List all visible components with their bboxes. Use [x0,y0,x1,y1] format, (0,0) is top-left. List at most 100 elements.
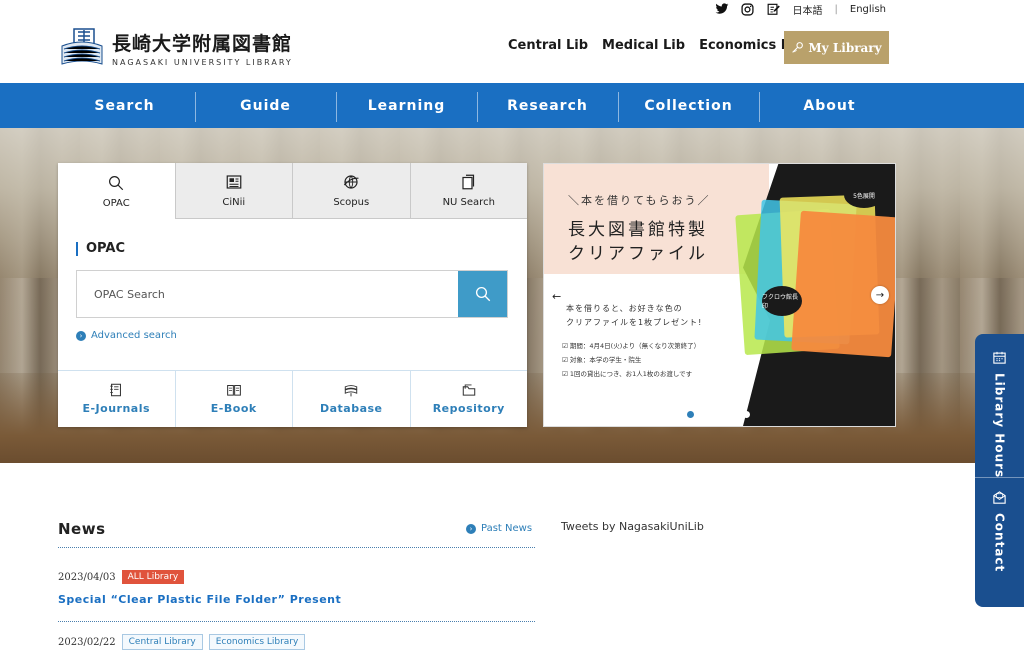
edit-icon[interactable] [767,2,781,16]
advanced-search-link[interactable]: › Advanced search [76,330,177,341]
search-submit-button[interactable] [458,271,507,317]
journal-icon [110,383,122,397]
lang-english-link[interactable]: English [850,4,886,15]
tab-scopus[interactable]: Scopus [292,163,410,219]
quick-link-e-book[interactable]: E-Book [174,371,293,427]
carousel-dot[interactable] [743,411,750,418]
banner-folders-image [734,184,895,394]
contact-label: Contact [992,513,1007,573]
banner-detail-item: 対象：本学の学生・院生 [562,353,700,367]
banner-tagline: ＼本を借りてもらおう／ [568,194,711,207]
database-icon [345,385,358,397]
carousel-dot[interactable] [687,411,694,418]
arrow-circle-icon: › [76,330,86,341]
newspaper-icon [226,175,242,189]
quick-link-database[interactable]: Database [292,371,410,427]
banner-bubble-colors: 5色展開 [844,182,884,208]
logo-english-name: NAGASAKI UNIVERSITY LIBRARY [112,58,293,67]
news-item: 2023/02/22 Central Library Economics Lib… [58,634,535,650]
carousel-prev-arrow-icon[interactable]: ← [552,290,561,303]
news-item: 2023/04/03 ALL Library Special “Clear Pl… [58,570,535,606]
calendar-icon [993,351,1006,364]
quick-link-e-journals-label: E-Journals [82,402,151,415]
quick-link-e-book-label: E-Book [210,402,257,415]
carousel-dot[interactable] [701,411,708,418]
quick-link-repository[interactable]: Repository [409,371,528,427]
tab-cinii-label: CiNii [222,197,246,208]
quick-link-e-journals[interactable]: E-Journals [58,371,175,427]
news-heading: News [58,520,106,538]
banner-carousel[interactable]: 5色展開 フクロウ館長印 ＼本を借りてもらおう／ 長大図書館特製 クリアファイル… [543,163,896,427]
instagram-icon[interactable] [741,2,755,16]
news-date: 2023/02/22 [58,636,116,648]
lang-japanese-link[interactable]: 日本語 [793,2,823,17]
library-links: Central Lib Medical Lib Economics Lib [508,38,803,53]
mail-icon [993,491,1006,504]
lang-separator: | [834,3,838,15]
opac-search-box [76,270,508,318]
arrow-circle-icon: › [466,523,476,534]
nav-about[interactable]: About [759,91,900,122]
utility-bar: 日本語 | English [715,0,886,18]
carousel-next-arrow-icon[interactable]: → [871,286,889,304]
folder-icon [462,384,475,396]
banner-detail-item: 期間：4月4日(火)より（無くなり次第終了） [562,339,700,353]
banner-desc-line2: クリアファイルを1枚プレゼント! [566,318,703,327]
carousel-dot[interactable] [715,411,722,418]
news-divider [58,621,535,622]
contact-tab[interactable]: Contact [975,490,1024,572]
my-library-label: My Library [808,40,882,55]
opac-section-title: OPAC [76,242,125,256]
carousel-dot[interactable] [729,411,736,418]
central-lib-link[interactable]: Central Lib [508,38,588,53]
library-hours-label: Library Hours [992,373,1007,479]
news-divider [58,547,535,548]
nav-learning[interactable]: Learning [336,91,477,122]
banner-detail-item: 1回の貸出につき、お1人1枚のお渡しです [562,367,700,381]
past-news-label: Past News [481,523,533,534]
key-icon [792,42,804,53]
past-news-link[interactable]: › Past News [466,523,532,534]
carousel-dots [687,411,750,418]
nav-guide[interactable]: Guide [195,91,336,122]
library-hours-tab[interactable]: Library Hours [975,350,1024,478]
news-category-badge: Central Library [121,634,203,650]
globe-icon [344,175,359,189]
banner-title-line2: クリアファイル [568,244,708,264]
nav-collection[interactable]: Collection [618,91,759,122]
advanced-search-label: Advanced search [91,330,177,341]
library-logo-icon [61,28,103,65]
tab-cinii[interactable]: CiNii [174,163,292,219]
opac-search-input[interactable] [77,271,459,317]
quick-link-database-label: Database [319,402,383,415]
banner-desc-line1: 本を借りると、お好きな色の [566,304,683,313]
news-category-badge: ALL Library [121,570,185,584]
news-category-badge: Economics Library [208,634,306,650]
side-floating-tabs: Library Hours Contact [975,334,1024,607]
tab-opac-label: OPAC [102,197,130,209]
search-icon [109,175,124,190]
news-date: 2023/04/03 [58,571,116,583]
nav-search[interactable]: Search [54,98,195,114]
search-tabs: OPAC CiNii Scopus NU Search [58,163,527,219]
banner-title-line1: 長大図書館特製 [568,220,708,240]
nav-research[interactable]: Research [477,91,618,122]
banner-bubble-owl: フクロウ館長印 [762,286,802,316]
twitter-icon[interactable] [715,2,729,16]
book-icon [226,385,241,396]
search-icon [475,286,490,302]
documents-icon [462,174,474,190]
tweets-embed-label[interactable]: Tweets by NagasakiUniLib [561,520,704,533]
my-library-button[interactable]: My Library [784,31,889,64]
tab-nu-search-label: NU Search [442,197,495,208]
medical-lib-link[interactable]: Medical Lib [602,38,685,53]
logo-japanese-name: 長崎大学附属図書館 [112,33,293,55]
news-title-link[interactable]: Special “Clear Plastic File Folder” Pres… [58,593,535,606]
site-logo[interactable]: 長崎大学附属図書館 NAGASAKI UNIVERSITY LIBRARY [60,28,293,68]
search-panel: OPAC CiNii Scopus NU Search OPAC › Advan… [58,163,527,427]
tab-opac[interactable]: OPAC [58,163,175,219]
banner-details-list: 期間：4月4日(火)より（無くなり次第終了） 対象：本学の学生・院生 1回の貸出… [562,339,700,381]
quick-link-repository-label: Repository [432,402,505,415]
quick-links: E-Journals E-Book Database Repository [58,370,527,427]
tab-nu-search[interactable]: NU Search [409,163,527,219]
